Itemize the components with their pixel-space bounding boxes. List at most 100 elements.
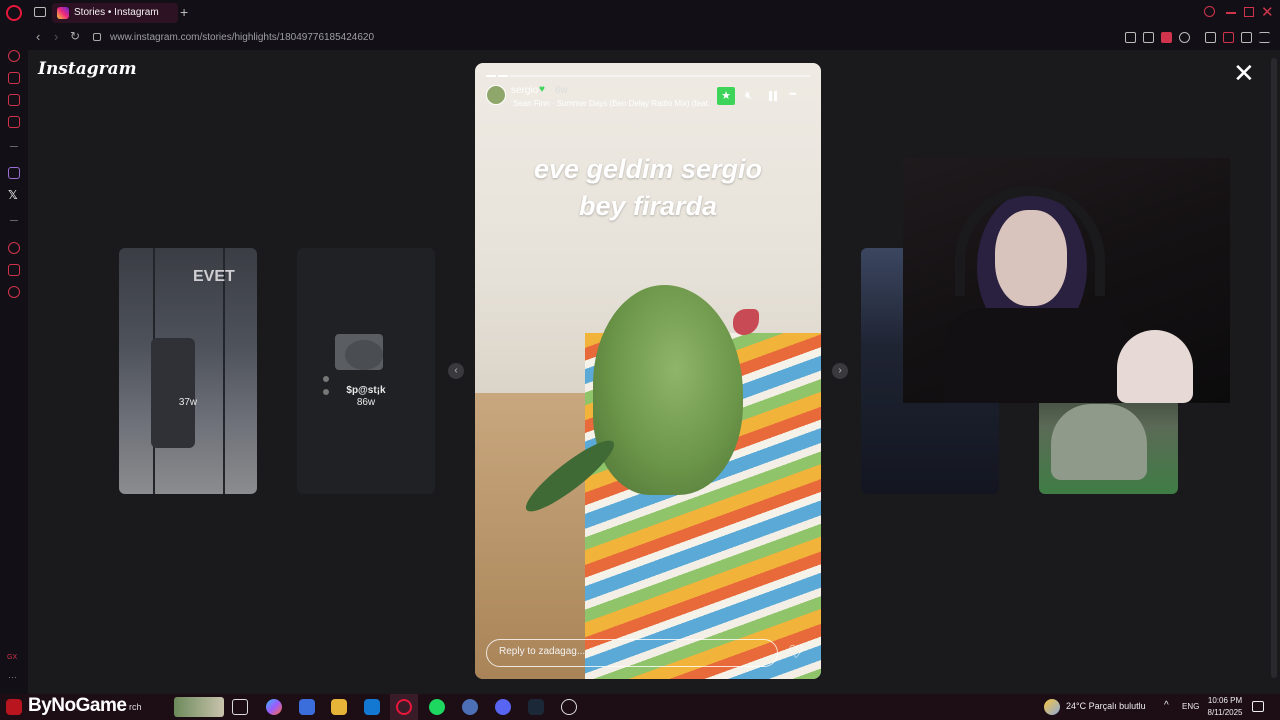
sidebar-divider: [10, 220, 18, 221]
opera-taskbar-icon: [396, 699, 412, 715]
settings-gear-icon[interactable]: [8, 286, 20, 298]
tab-title: Stories • Instagram: [74, 7, 159, 18]
webcam-body: [943, 308, 1133, 403]
copilot-icon[interactable]: [266, 699, 282, 715]
minimize-button[interactable]: [1226, 12, 1236, 14]
story-caption: eve geldim sergio bey firarda: [495, 151, 801, 225]
weather-text[interactable]: 24°C Parçalı bulutlu: [1066, 701, 1146, 711]
story-preview-card[interactable]: EVET 37w: [119, 248, 257, 494]
steam-icon[interactable]: [528, 699, 544, 715]
reload-icon[interactable]: ↻: [70, 29, 80, 43]
streamer-logo-icon: [6, 699, 22, 715]
close-story-button[interactable]: ✕: [1233, 60, 1255, 86]
next-story-button[interactable]: ›: [832, 363, 848, 379]
clock-time[interactable]: 10:06 PM: [1203, 696, 1247, 705]
opera-logo-icon[interactable]: [6, 5, 22, 21]
tab-instagram-stories[interactable]: Stories • Instagram: [52, 3, 178, 23]
task-view-icon[interactable]: [232, 699, 248, 715]
x-twitter-icon[interactable]: 𝕏: [8, 188, 18, 202]
story-username[interactable]: sergio: [511, 85, 538, 96]
address-bar: ‹ › ↻ www.instagram.com/stories/highligh…: [0, 26, 1280, 50]
clock-date[interactable]: 8/11/2025: [1203, 708, 1247, 717]
obs-icon[interactable]: [561, 699, 577, 715]
progress-segment-1: [486, 75, 496, 77]
shield-icon[interactable]: [1161, 32, 1172, 43]
pause-icon[interactable]: [774, 91, 777, 101]
bynogame-watermark: ByNoGame: [28, 695, 127, 716]
outlook-icon[interactable]: [364, 699, 380, 715]
opera-sidebar: 𝕏 GX ···: [0, 50, 28, 694]
instagram-logo[interactable]: Instagram: [38, 59, 137, 79]
card-time: 86w: [356, 397, 376, 408]
story-age: 6w: [555, 85, 568, 96]
close-friends-star-icon: ★: [717, 87, 735, 105]
snapshot-icon[interactable]: [1143, 32, 1154, 43]
card-figure: [151, 338, 195, 448]
active-story[interactable]: sergio ♥ 6w Sean Finn · Summer Days (Ben…: [475, 63, 821, 679]
reply-input[interactable]: [499, 646, 759, 657]
progress-segment-3: [510, 75, 810, 77]
card-time: 37w: [178, 397, 198, 408]
webcam-overlay: [903, 158, 1230, 403]
story-caption-line-2: bey firarda: [578, 191, 718, 221]
notifications-icon[interactable]: [1252, 701, 1264, 712]
tab-bar: Stories • Instagram + ✕: [0, 0, 1280, 26]
search-box-fragment[interactable]: rch: [129, 702, 142, 712]
tray-chevron-up-icon[interactable]: ^: [1164, 700, 1169, 711]
url-field[interactable]: www.instagram.com/stories/highlights/180…: [110, 32, 374, 43]
app-icon[interactable]: [462, 699, 478, 715]
tab-search-icon[interactable]: [1204, 6, 1215, 17]
file-explorer-icon[interactable]: [331, 699, 347, 715]
card-center-text: $p@st¡k: [346, 385, 386, 396]
tab-switcher-icon[interactable]: [34, 7, 46, 17]
like-heart-icon[interactable]: ♡: [788, 642, 804, 663]
parrot-beak: [733, 309, 759, 335]
workspaces-icon[interactable]: [8, 72, 20, 84]
green-parrot: [593, 285, 743, 495]
mute-icon[interactable]: 🔇︎: [745, 88, 753, 103]
aria-icon[interactable]: [8, 50, 20, 62]
search-highlight-image[interactable]: [174, 697, 224, 717]
menu-icon[interactable]: [1259, 32, 1270, 43]
opera-taskbar-active[interactable]: [390, 694, 418, 720]
close-window-button[interactable]: ✕: [1261, 3, 1274, 21]
card-object: [1051, 404, 1147, 480]
weather-partly-cloudy-icon[interactable]: [1044, 699, 1060, 715]
extensions-sidebar-icon[interactable]: [8, 264, 20, 276]
pause-icon[interactable]: [769, 91, 772, 101]
story-preview-card[interactable]: $p@st¡k 86w: [297, 248, 435, 494]
green-heart-icon: ♥: [539, 84, 545, 95]
webcam-hand: [1117, 330, 1193, 403]
gx-icon[interactable]: GX: [7, 654, 17, 661]
new-tab-button[interactable]: +: [180, 4, 188, 20]
lock-icon[interactable]: [93, 33, 101, 41]
messenger-icon[interactable]: [8, 94, 20, 106]
music-player-icon[interactable]: [8, 116, 20, 128]
download-icon[interactable]: [1241, 32, 1252, 43]
pin-icon[interactable]: [1125, 32, 1136, 43]
maximize-button[interactable]: [1244, 7, 1254, 17]
progress-segment-2: [498, 75, 508, 77]
language-indicator[interactable]: ENG: [1182, 702, 1199, 711]
extensions-icon[interactable]: [1205, 32, 1216, 43]
webcam-headphones: [955, 186, 1105, 296]
more-options-button[interactable]: •••: [789, 89, 797, 99]
twitch-icon[interactable]: [8, 167, 20, 179]
scrollbar-thumb[interactable]: [1271, 58, 1277, 678]
forward-button[interactable]: ›: [54, 29, 58, 44]
scrollbar[interactable]: [1268, 50, 1280, 694]
store-icon[interactable]: [299, 699, 315, 715]
card-dot: [323, 376, 329, 382]
spotify-icon[interactable]: [429, 699, 445, 715]
discord-icon[interactable]: [495, 699, 511, 715]
heart-icon[interactable]: [1179, 32, 1190, 43]
sidebar-more-icon[interactable]: ···: [8, 672, 17, 682]
history-icon[interactable]: [8, 242, 20, 254]
reply-box[interactable]: [486, 639, 778, 667]
story-song[interactable]: Sean Finn · Summer Days (Ben Delay Radio…: [513, 99, 710, 108]
prev-story-button[interactable]: ‹: [448, 363, 464, 379]
card-avatar: [345, 340, 383, 370]
back-button[interactable]: ‹: [36, 29, 40, 44]
avatar[interactable]: [486, 85, 506, 105]
wallet-icon[interactable]: [1223, 32, 1234, 43]
